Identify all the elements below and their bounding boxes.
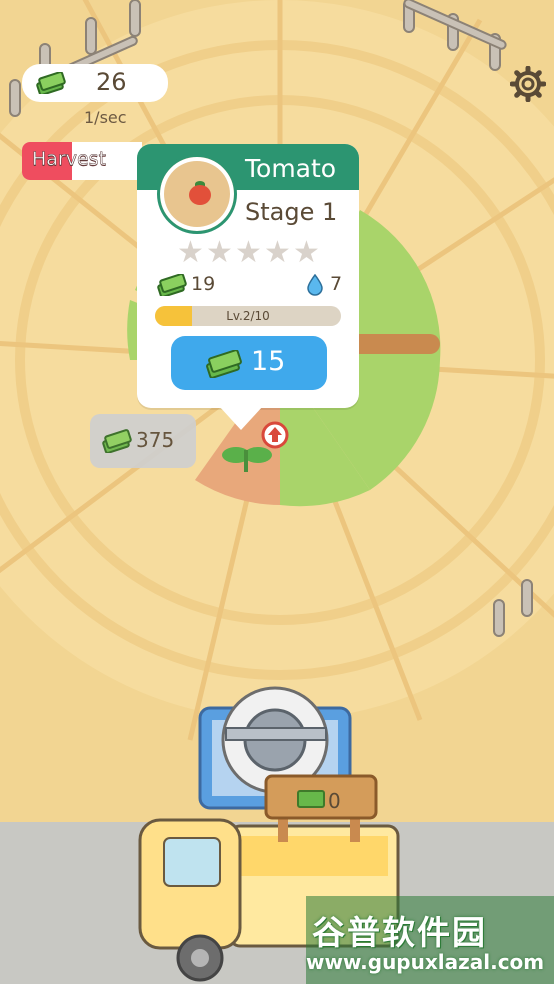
upgrade-button[interactable]: 15 [171,336,327,390]
income-rate: 1/sec [84,108,127,127]
money-value: 26 [96,68,127,96]
watermark-url: www.gupuxlazal.com [306,950,545,974]
gear-icon[interactable] [510,66,546,102]
cash-icon [157,274,187,296]
water-drop-icon [307,274,323,296]
star-icon: ★ [293,235,320,270]
crop-stage: Stage 1 [245,198,338,226]
star-icon: ★ [177,235,204,270]
sell-value: 375 [136,428,175,452]
crop-info-popup: Tomato Stage 1 ★ ★ ★ ★ ★ 19 7 Lv.2/10 15 [137,144,359,430]
cash-icon [206,350,242,378]
harvest-label: Harvest [32,148,107,171]
up-arrow-icon[interactable] [261,421,289,449]
tomato-icon [189,185,211,205]
cash-icon [102,429,132,453]
level-text: Lv.2/10 [226,309,270,323]
cash-icon [36,72,66,94]
popup-pointer [219,406,263,430]
truck-load-value: 0 [328,789,341,813]
star-icon: ★ [264,235,291,270]
yield-row: 19 7 [157,272,347,298]
yield-money-value: 19 [191,273,216,295]
money-counter: 26 [22,64,168,102]
star-rating: ★ ★ ★ ★ ★ [177,238,321,268]
level-progress-bar: Lv.2/10 [155,306,341,326]
star-icon: ★ [206,235,233,270]
crop-portrait [157,154,237,234]
harvest-progress-bar[interactable]: Harvest [22,142,142,180]
upgrade-cost: 15 [251,346,286,377]
plot-sell-value[interactable]: 375 [90,414,196,468]
star-icon: ★ [235,235,262,270]
crop-name: Tomato [245,154,337,183]
yield-water-value: 7 [330,273,343,295]
watermark-logo: 谷普软件园 [312,913,487,952]
